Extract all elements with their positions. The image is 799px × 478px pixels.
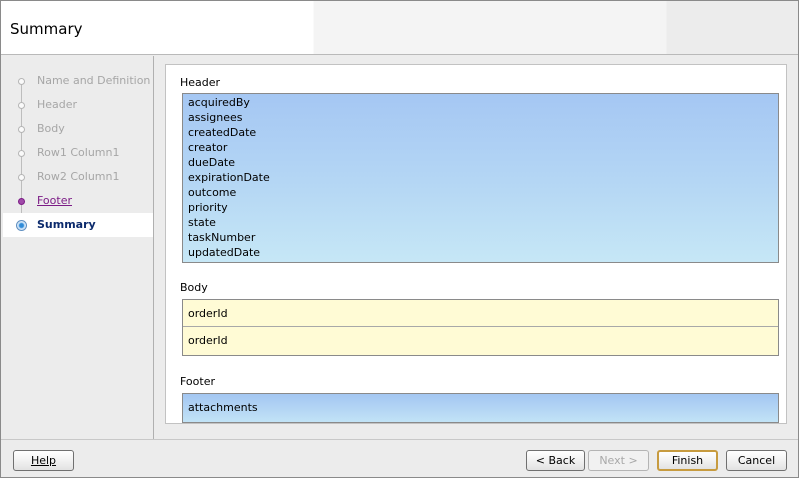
cancel-button[interactable]: Cancel	[726, 450, 787, 471]
header-fields-list[interactable]: acquiredBy assignees createdDate creator…	[182, 93, 779, 263]
list-item[interactable]: updatedDate	[183, 245, 778, 260]
footer-fields-list[interactable]: attachments	[182, 393, 779, 423]
step-marker-icon	[18, 198, 25, 205]
back-button[interactable]: < Back	[526, 450, 585, 471]
wizard-dialog: Summary Name and Definition Header Body …	[0, 0, 799, 478]
step-marker-icon	[18, 102, 25, 109]
list-item[interactable]: assignees	[183, 110, 778, 125]
list-item[interactable]: expirationDate	[183, 170, 778, 185]
step-header[interactable]: Header	[3, 93, 153, 117]
step-label[interactable]: Footer	[37, 194, 72, 207]
step-marker-icon	[18, 150, 25, 157]
step-label: Header	[37, 98, 78, 111]
list-item[interactable]: state	[183, 215, 778, 230]
list-item[interactable]: creator	[183, 140, 778, 155]
current-step-icon	[16, 220, 27, 231]
step-label: Row1 Column1	[37, 146, 120, 159]
cancel-button-label: Cancel	[737, 454, 776, 467]
list-item[interactable]: acquiredBy	[183, 95, 778, 110]
page-title: Summary	[10, 20, 83, 38]
step-row2-column1[interactable]: Row2 Column1	[3, 165, 153, 189]
step-name-and-definition[interactable]: Name and Definition	[3, 69, 153, 93]
step-body[interactable]: Body	[3, 117, 153, 141]
body-fields-list[interactable]: orderId orderId	[182, 299, 779, 356]
header-section-label: Header	[180, 76, 221, 89]
list-item[interactable]: createdDate	[183, 125, 778, 140]
step-summary[interactable]: Summary	[3, 213, 153, 237]
list-item[interactable]: attachments	[183, 394, 778, 422]
list-item[interactable]: outcome	[183, 185, 778, 200]
step-marker-icon	[18, 78, 25, 85]
footer-section-label: Footer	[180, 375, 215, 388]
next-button-label: Next >	[599, 454, 638, 467]
back-button-label: < Back	[535, 454, 576, 467]
step-marker-icon	[18, 126, 25, 133]
step-label: Summary	[37, 218, 96, 231]
list-item[interactable]: dueDate	[183, 155, 778, 170]
next-button[interactable]: Next >	[588, 450, 649, 471]
list-item[interactable]: orderId	[183, 300, 778, 327]
step-footer[interactable]: Footer	[3, 189, 153, 213]
finish-button[interactable]: Finish	[657, 450, 718, 471]
list-item[interactable]: priority	[183, 200, 778, 215]
list-item[interactable]: taskNumber	[183, 230, 778, 245]
step-label: Name and Definition	[37, 74, 151, 87]
wizard-steps-panel: Name and Definition Header Body Row1 Col…	[3, 56, 154, 439]
help-button[interactable]: Help	[13, 450, 74, 471]
list-item[interactable]: orderId	[183, 327, 778, 354]
step-row1-column1[interactable]: Row1 Column1	[3, 141, 153, 165]
step-label: Body	[37, 122, 65, 135]
help-button-label: Help	[30, 454, 57, 467]
step-marker-icon	[18, 174, 25, 181]
button-bar: Help < Back Next > Finish Cancel	[1, 439, 798, 477]
dialog-header: Summary	[1, 1, 798, 55]
summary-content-panel: Header acquiredBy assignees createdDate …	[165, 64, 787, 424]
step-label: Row2 Column1	[37, 170, 120, 183]
body-section-label: Body	[180, 281, 208, 294]
finish-button-label: Finish	[671, 454, 704, 467]
